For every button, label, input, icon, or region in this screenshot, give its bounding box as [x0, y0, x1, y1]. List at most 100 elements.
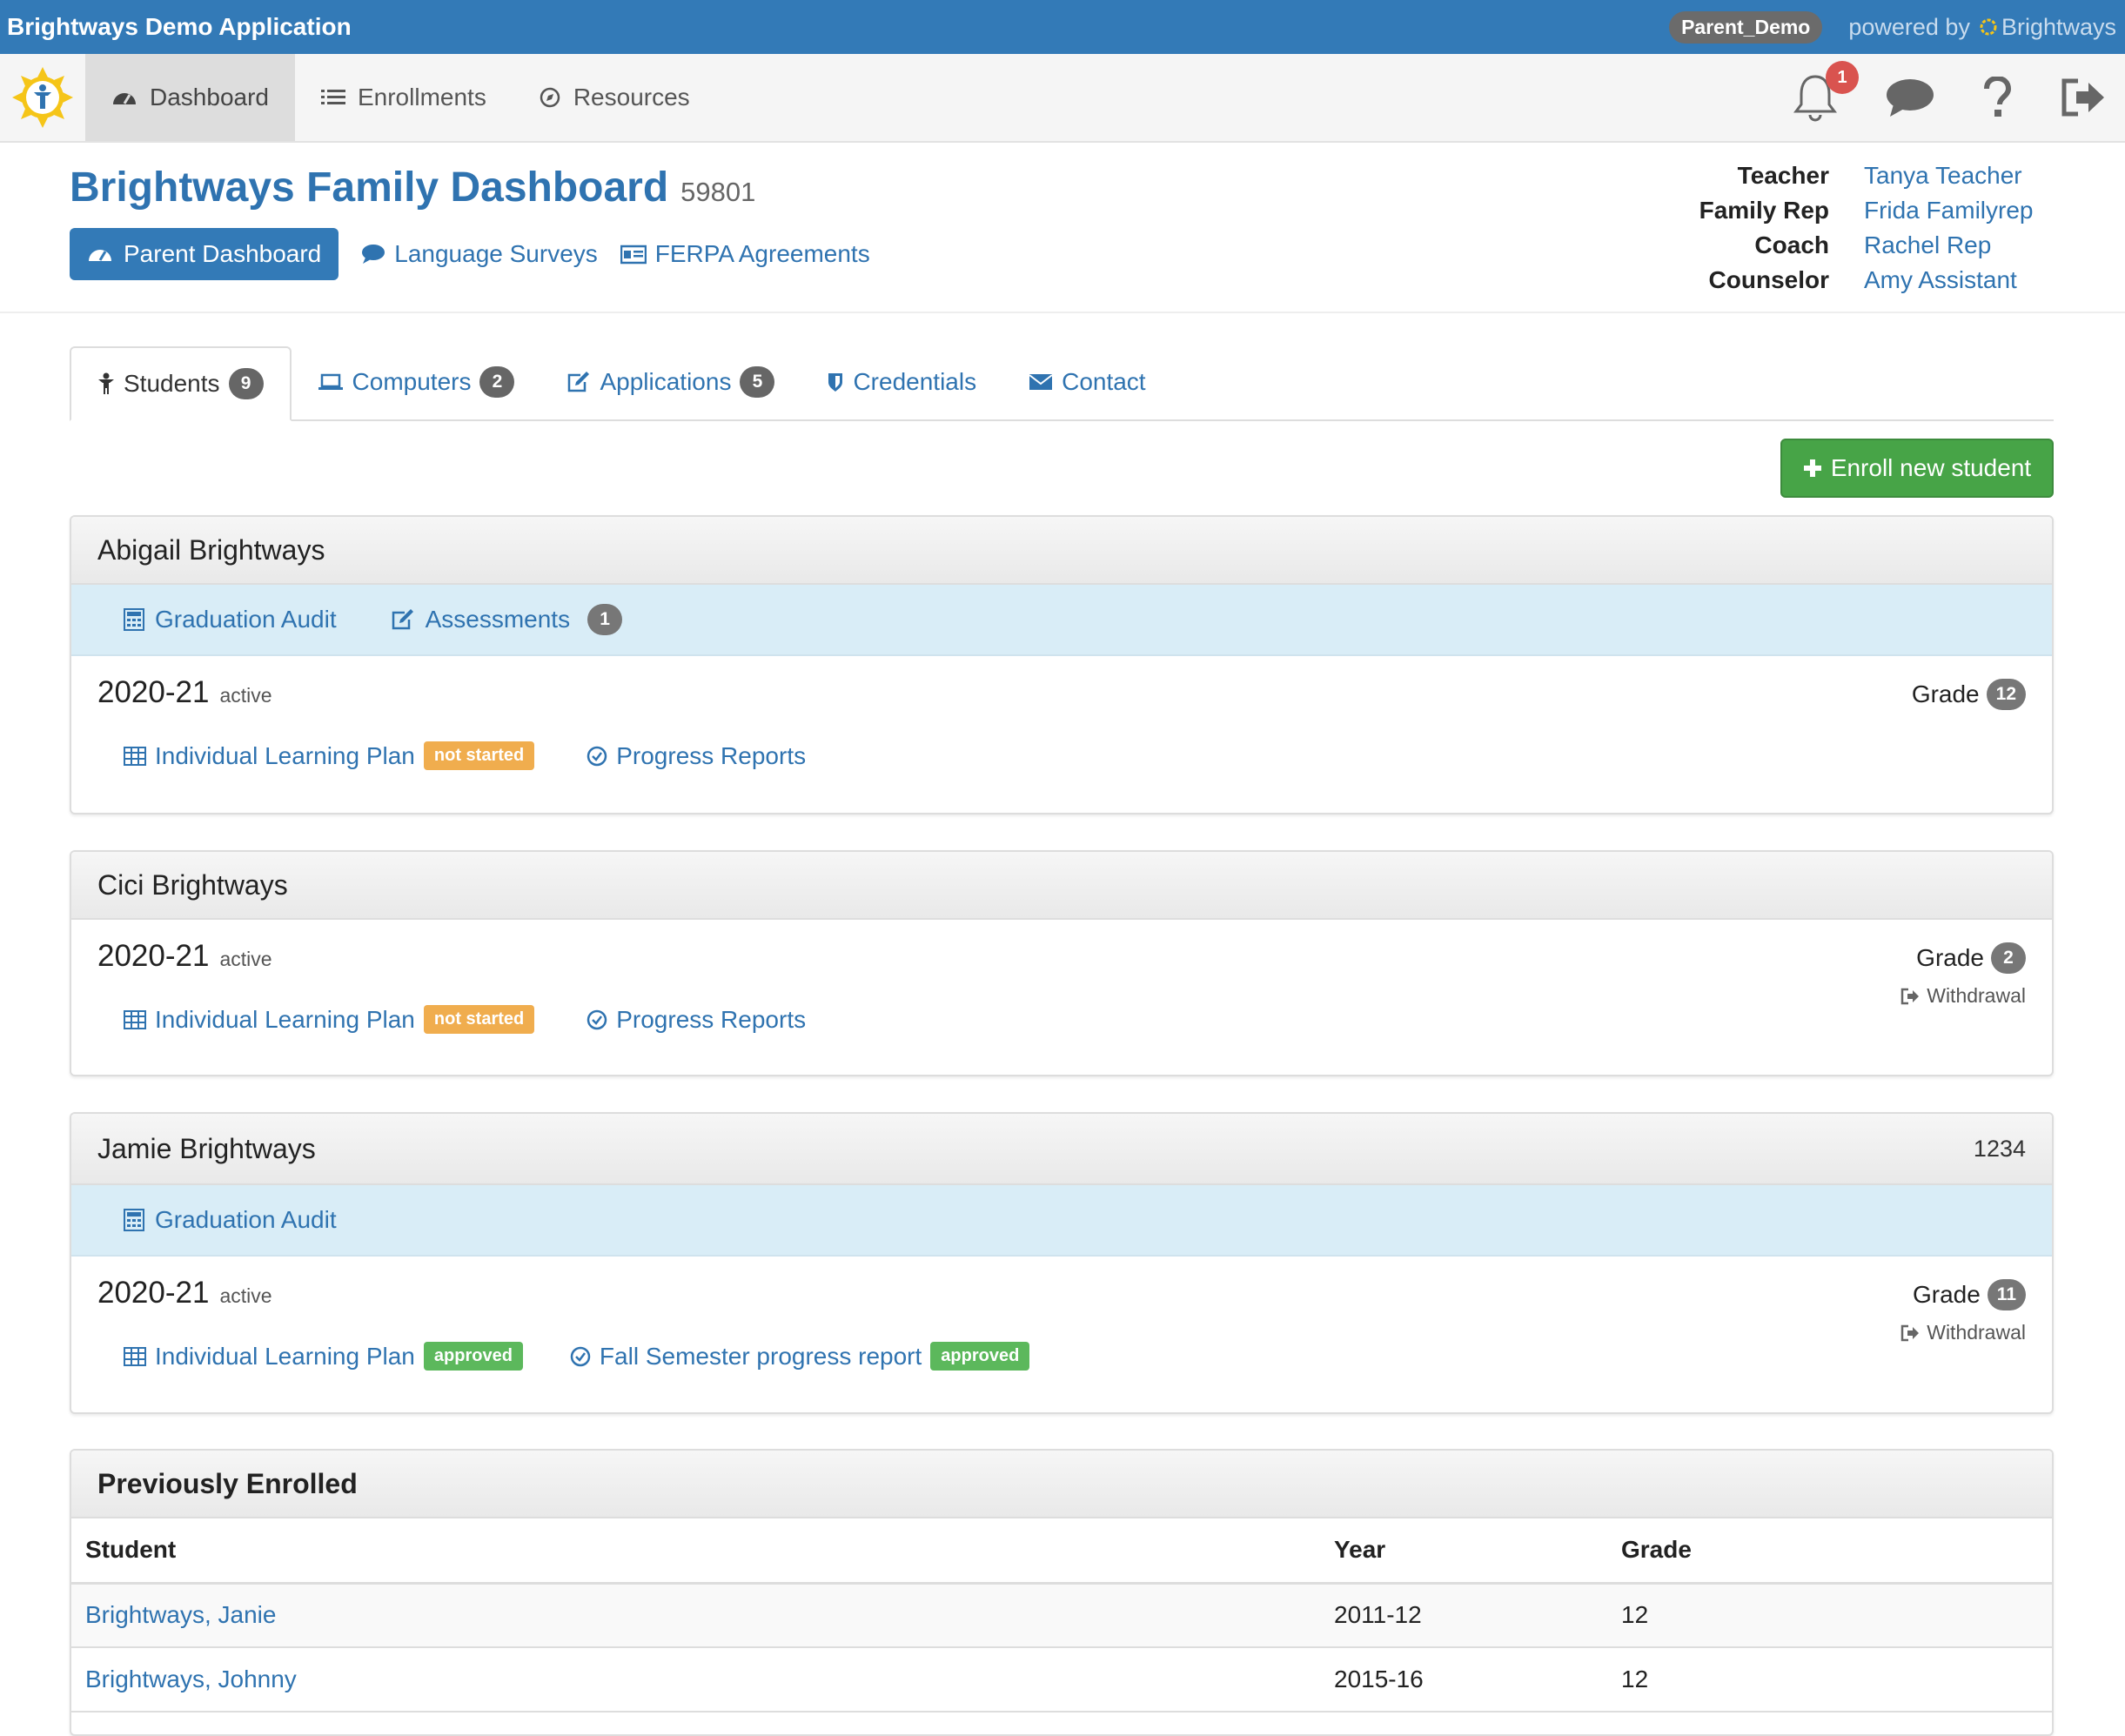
tab-applications[interactable]: Applications 5 — [540, 345, 801, 419]
withdrawal-label: Withdrawal — [1927, 1321, 2026, 1344]
grade-cell: 12 — [1607, 1647, 2052, 1713]
student-panel: Abigail Brightways Graduation Audit Asse… — [70, 515, 2054, 814]
staff-row: Teacher Tanya Teacher — [1673, 158, 2055, 193]
school-year: 2020-21 — [97, 675, 210, 709]
student-panel-header: Jamie Brightways 1234 — [71, 1114, 2052, 1185]
student-name: Cici Brightways — [97, 868, 288, 901]
user-badge[interactable]: Parent_Demo — [1669, 10, 1823, 44]
notifications-button[interactable]: 1 — [1793, 61, 1859, 122]
tab-students-label: Students — [124, 370, 220, 397]
staff-name-link[interactable]: Tanya Teacher — [1864, 162, 2055, 190]
ilp-label: Individual Learning Plan — [155, 741, 415, 769]
assessments-link[interactable]: Assessments 1 — [391, 604, 623, 635]
tab-contact-label: Contact — [1062, 368, 1146, 395]
brand-name: Brightways — [2001, 13, 2116, 40]
student-name: Abigail Brightways — [97, 533, 325, 566]
edit-icon — [568, 372, 590, 392]
student-id: 1234 — [1973, 1135, 2026, 1162]
sign-out-icon — [1900, 1324, 1920, 1341]
staff-name-link[interactable]: Amy Assistant — [1864, 266, 2055, 294]
enrollment-status: active — [219, 1284, 272, 1307]
student-info-strip: Graduation Audit Assessments 1 — [71, 585, 2052, 656]
check-circle-icon — [570, 1346, 591, 1366]
tab-computers-count: 2 — [479, 366, 515, 398]
staff-row: Coach Rachel Rep — [1673, 228, 2055, 263]
staff-name-link[interactable]: Frida Familyrep — [1864, 197, 2055, 225]
help-icon[interactable] — [1982, 77, 2012, 118]
nav-resources[interactable]: Resources — [513, 54, 716, 141]
student-panel: Jamie Brightways 1234 Graduation Audit 2… — [70, 1112, 2054, 1414]
progress-report-link[interactable]: Fall Semester progress report approved — [570, 1342, 1030, 1371]
logo[interactable] — [0, 54, 85, 141]
graduation-audit-link[interactable]: Graduation Audit — [124, 606, 337, 633]
individual-learning-plan-link[interactable]: Individual Learning Plan approved — [124, 1342, 523, 1371]
grade-label: Grade — [1912, 1281, 1981, 1308]
staff-role: Coach — [1754, 231, 1829, 258]
ilp-label: Individual Learning Plan — [155, 1005, 415, 1033]
column-header-student: Student — [71, 1518, 1320, 1585]
tab-computers[interactable]: Computers 2 — [292, 345, 541, 419]
grade-label: Grade — [1916, 944, 1984, 971]
ilp-status-label: approved — [423, 1342, 523, 1371]
nav-dashboard-label: Dashboard — [150, 84, 269, 111]
withdrawal-link[interactable]: Withdrawal — [1900, 1321, 2026, 1344]
brightways-logo-icon — [12, 67, 73, 128]
grade-cell: 12 — [1607, 1583, 2052, 1648]
staff-row: Counselor Amy Assistant — [1673, 263, 2055, 298]
tab-students[interactable]: Students 9 — [70, 346, 292, 421]
previously-enrolled-table: Student Year Grade Brightways, Janie 201… — [71, 1518, 2052, 1713]
parent-dashboard-button[interactable]: Parent Dashboard — [70, 228, 339, 280]
year-cell: 2015-16 — [1320, 1647, 1607, 1713]
tab-computers-label: Computers — [352, 368, 472, 395]
page-header: Brightways Family Dashboard 59801 Parent… — [0, 143, 2125, 313]
check-circle-icon — [587, 746, 607, 766]
staff-role: Teacher — [1737, 162, 1829, 189]
withdrawal-link[interactable]: Withdrawal — [1900, 984, 2026, 1008]
withdrawal-label: Withdrawal — [1927, 984, 2026, 1007]
list-icon — [320, 90, 345, 104]
calculator-icon — [124, 608, 144, 631]
nav-enrollments[interactable]: Enrollments — [295, 54, 513, 141]
table-header-row: Student Year Grade — [71, 1518, 2052, 1585]
child-icon — [98, 372, 114, 394]
tab-contact[interactable]: Contact — [1002, 345, 1172, 419]
nav-dashboard[interactable]: Dashboard — [85, 54, 295, 141]
enroll-new-student-label: Enroll new student — [1830, 454, 2032, 481]
progress-report-label: Fall Semester progress report — [599, 1342, 922, 1370]
staff-name-link[interactable]: Rachel Rep — [1864, 231, 2055, 259]
plus-icon — [1803, 459, 1821, 477]
parent-dashboard-label: Parent Dashboard — [124, 240, 322, 267]
compass-icon — [540, 87, 560, 108]
id-card-icon — [620, 245, 647, 265]
calculator-icon — [124, 1209, 144, 1231]
individual-learning-plan-link[interactable]: Individual Learning Plan not started — [124, 1005, 535, 1034]
family-id: 59801 — [680, 177, 756, 207]
enrollment-status: active — [219, 684, 272, 707]
table-icon — [124, 746, 146, 766]
chat-icon[interactable] — [1885, 77, 1935, 118]
student-link[interactable]: Brightways, Janie — [71, 1583, 1320, 1648]
enroll-new-student-button[interactable]: Enroll new student — [1780, 439, 2054, 498]
progress-reports-link[interactable]: Progress Reports — [587, 1006, 806, 1034]
logout-icon[interactable] — [2059, 77, 2106, 117]
table-row: Brightways, Johnny 2015-16 12 — [71, 1647, 2052, 1713]
grade-badge: 2 — [1991, 942, 2026, 974]
tab-credentials[interactable]: Credentials — [801, 345, 1002, 419]
laptop-icon — [318, 373, 343, 390]
previously-enrolled-panel: Previously Enrolled Student Year Grade B… — [70, 1449, 2054, 1736]
graduation-audit-link[interactable]: Graduation Audit — [124, 1206, 337, 1234]
nav-enrollments-label: Enrollments — [357, 84, 486, 111]
individual-learning-plan-link[interactable]: Individual Learning Plan not started — [124, 741, 535, 770]
graduation-audit-label: Graduation Audit — [155, 606, 337, 633]
ferpa-agreements-link[interactable]: FERPA Agreements — [620, 240, 870, 268]
ilp-status-label: not started — [423, 1005, 535, 1034]
student-link[interactable]: Brightways, Johnny — [71, 1647, 1320, 1713]
progress-reports-link[interactable]: Progress Reports — [587, 742, 806, 770]
assessments-count: 1 — [587, 604, 623, 635]
language-surveys-link[interactable]: Language Surveys — [361, 240, 598, 268]
student-panel-header: Cici Brightways — [71, 852, 2052, 920]
shield-icon — [828, 373, 843, 392]
year-cell: 2011-12 — [1320, 1583, 1607, 1648]
school-year: 2020-21 — [97, 939, 210, 973]
tab-students-count: 9 — [228, 368, 264, 399]
